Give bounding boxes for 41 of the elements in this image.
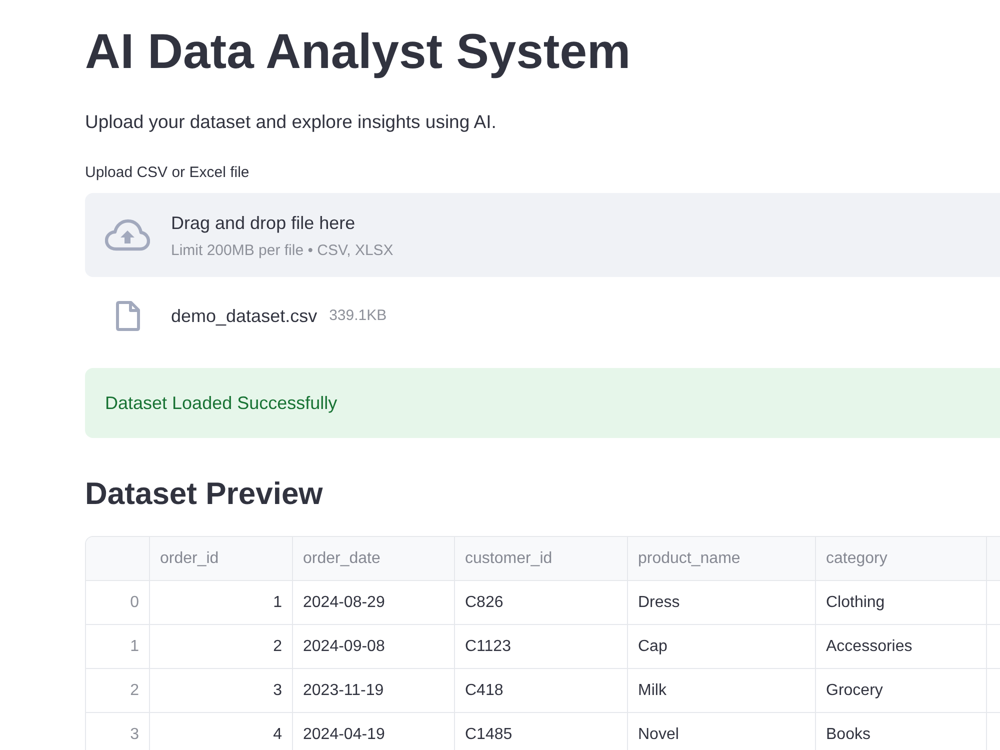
table-cell: 2024-09-08	[293, 625, 455, 669]
table-cell: 2024-08-29	[293, 581, 455, 625]
table-cell: Grocery	[816, 669, 987, 713]
table-cell: 2	[150, 625, 293, 669]
file-size: 339.1KB	[329, 307, 387, 325]
uploader-label: Upload CSV or Excel file	[85, 163, 250, 183]
table-cell: C418	[455, 669, 628, 713]
table-cell: 1	[150, 581, 293, 625]
table-cell: 2023-11-19	[293, 669, 455, 713]
table-cell: Milk	[628, 669, 816, 713]
file-name: demo_dataset.csv	[171, 305, 318, 327]
table-cell: C1123	[455, 625, 628, 669]
table-cell: Dress	[628, 581, 816, 625]
row-index-cell: 1	[86, 625, 150, 669]
alert-message: Dataset Loaded Successfully	[105, 392, 338, 415]
upload-cloud-icon	[105, 219, 150, 251]
file-icon	[116, 301, 140, 331]
table-cell: Accessories	[816, 625, 987, 669]
section-heading: Dataset Preview	[85, 475, 323, 513]
table-cell: 3	[150, 669, 293, 713]
column-header[interactable]: order_id	[150, 537, 293, 581]
row-index-cell: 2	[86, 669, 150, 713]
dropzone-hint: Limit 200MB per file • CSV, XLSX	[171, 242, 394, 260]
row-index-cell: 3	[86, 713, 150, 750]
table-cell: 4	[150, 713, 293, 750]
table-cell: Cap	[628, 625, 816, 669]
dropzone-title: Drag and drop file here	[171, 212, 356, 234]
column-header[interactable]: customer_id	[455, 537, 628, 581]
subtitle-text: Upload your dataset and explore insights using AI.	[85, 111, 496, 132]
row-index-cell: 0	[86, 581, 150, 625]
table-cell: C1485	[455, 713, 628, 750]
table-cell: C826	[455, 581, 628, 625]
table-cell: Books	[816, 713, 987, 750]
table-cell: Clothing	[816, 581, 987, 625]
column-header[interactable]: product_name	[628, 537, 816, 581]
table-cell: Novel	[628, 713, 816, 750]
column-header[interactable]: order_date	[293, 537, 455, 581]
file-dropzone[interactable]: Drag and drop file here Limit 200MB per file • CSV, XLSX	[85, 193, 1000, 277]
column-header[interactable]: category	[816, 537, 987, 581]
table-cell: 2024-04-19	[293, 713, 455, 750]
page-title: AI Data Analyst System	[85, 24, 631, 81]
